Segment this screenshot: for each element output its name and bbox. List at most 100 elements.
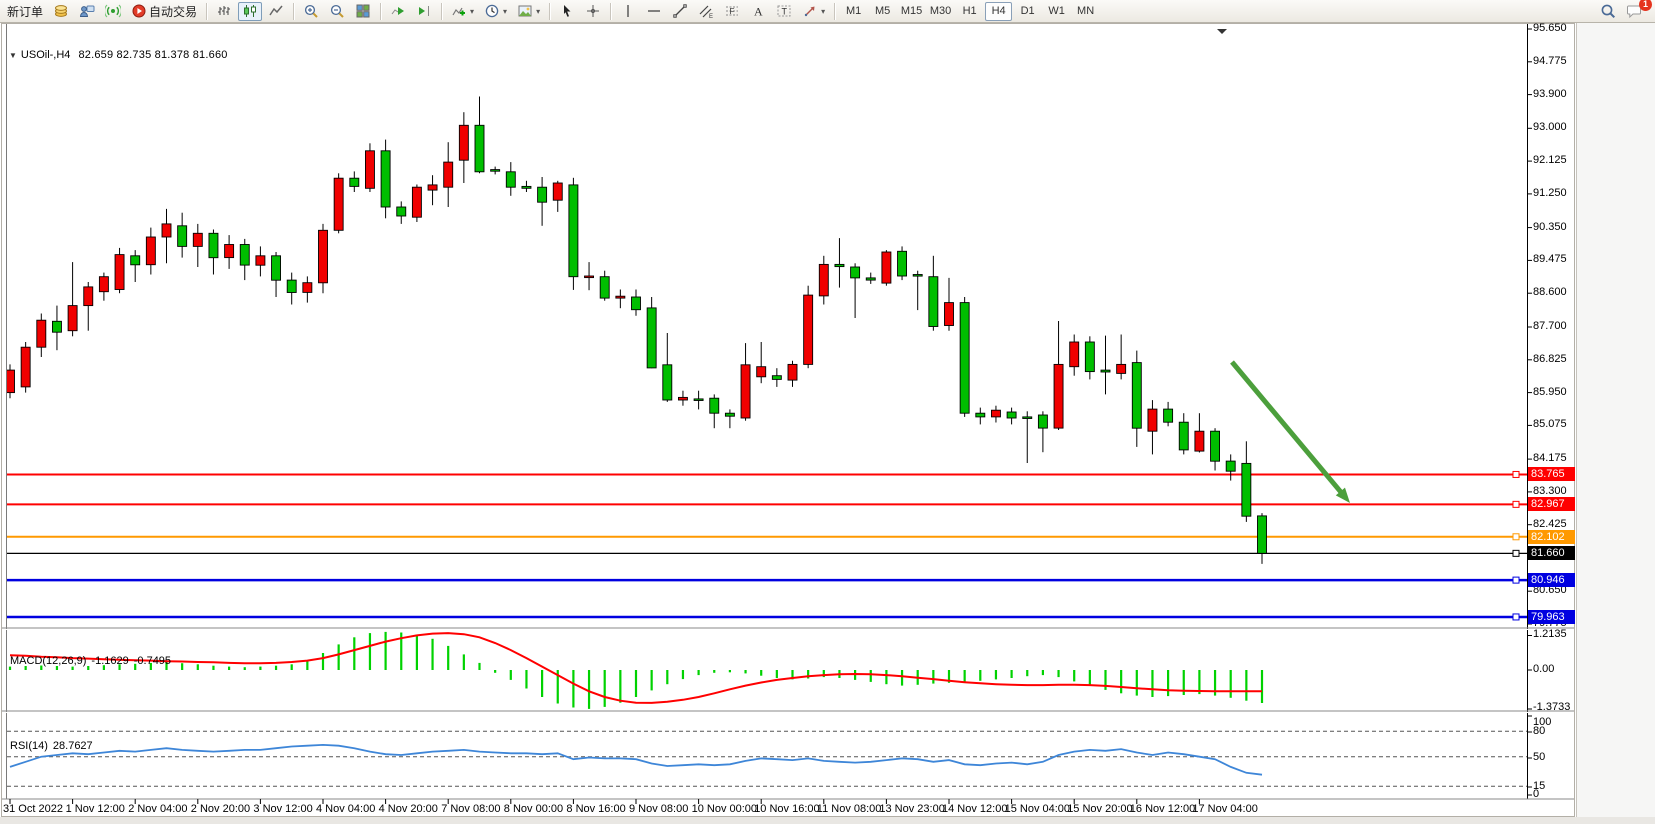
hline-handle[interactable] — [1513, 614, 1519, 620]
rsi-axis-label: 50 — [1533, 751, 1545, 764]
chart-canvas[interactable] — [0, 23, 1655, 824]
chevron-down-icon: ▾ — [536, 7, 540, 16]
line-chart-button[interactable] — [264, 2, 288, 21]
macd-signal-value: -0.7495 — [134, 655, 171, 667]
macd-label: MACD(12,26,9)-1.1629-0.7495 — [10, 655, 176, 667]
trendline-button[interactable] — [668, 2, 692, 21]
chart-shift-marker[interactable] — [1217, 29, 1227, 34]
tile-windows-button[interactable] — [351, 2, 375, 21]
toolbar-separator — [380, 3, 381, 20]
crosshair-icon — [585, 3, 601, 19]
rsi-axis-label: 0 — [1533, 788, 1539, 801]
fibo-icon: F — [724, 3, 740, 19]
chart-frame — [2, 24, 1575, 817]
price-tag-80.946: 80.946 — [1528, 573, 1575, 587]
time-axis-label: 15 Nov 20:00 — [1067, 803, 1132, 815]
hline-handle[interactable] — [1513, 501, 1519, 507]
right-margin — [1576, 23, 1655, 817]
community-button[interactable] — [75, 2, 99, 21]
broadcast-button[interactable] — [101, 2, 125, 21]
arrows-button[interactable]: ▾ — [798, 2, 829, 21]
text-button[interactable]: A — [746, 2, 770, 21]
chevron-down-icon[interactable]: ▼ — [9, 51, 17, 60]
autotrading-button-label: 自动交易 — [149, 3, 197, 20]
vertical-line-button[interactable] — [616, 2, 640, 21]
new-order-button-label: 新订单 — [7, 3, 43, 20]
zoomin-icon — [303, 3, 319, 19]
hline-handle[interactable] — [1513, 534, 1519, 540]
zoom-out-button[interactable] — [325, 2, 349, 21]
notifications-button[interactable]: 1 — [1622, 2, 1646, 21]
candlestick-chart-button[interactable] — [238, 2, 262, 21]
macd-name: MACD(12,26,9) — [10, 655, 86, 667]
timeframe-w1-button[interactable]: W1 — [1043, 2, 1070, 21]
timeframe-m1-button[interactable]: M1 — [840, 2, 867, 21]
price-axis-label: 93.000 — [1533, 121, 1567, 134]
cursor-button[interactable] — [555, 2, 579, 21]
time-axis-label: 10 Nov 16:00 — [754, 803, 819, 815]
time-axis-label: 10 Nov 00:00 — [692, 803, 757, 815]
chart-shift-button[interactable] — [412, 2, 436, 21]
new-order-button[interactable]: 新订单 — [3, 2, 47, 21]
time-axis-label: 2 Nov 20:00 — [191, 803, 250, 815]
rsi-line — [10, 745, 1262, 775]
hline-handle[interactable] — [1513, 471, 1519, 477]
price-axis-label: 85.950 — [1533, 386, 1567, 399]
time-axis-label: 3 Nov 12:00 — [253, 803, 312, 815]
addind-icon — [451, 3, 467, 19]
hline-handle[interactable] — [1513, 550, 1519, 556]
signals-button[interactable] — [49, 2, 73, 21]
indicators-button[interactable]: ▾ — [447, 2, 478, 21]
time-axis-label: 4 Nov 20:00 — [379, 803, 438, 815]
time-axis-label: 16 Nov 12:00 — [1130, 803, 1195, 815]
time-axis-label: 4 Nov 04:00 — [316, 803, 375, 815]
fibonacci-button[interactable]: F — [720, 2, 744, 21]
svg-text:A: A — [754, 5, 763, 19]
person-icon — [79, 3, 95, 19]
timeframe-h1-button[interactable]: H1 — [956, 2, 983, 21]
price-axis-label: 89.475 — [1533, 253, 1567, 266]
timeframe-m15-button[interactable]: M15 — [898, 2, 925, 21]
time-axis-label: 8 Nov 16:00 — [566, 803, 625, 815]
time-axis-label: 2 Nov 04:00 — [128, 803, 187, 815]
chevron-down-icon: ▾ — [503, 7, 507, 16]
timeframe-d1-button[interactable]: D1 — [1014, 2, 1041, 21]
templates-button[interactable]: ▾ — [513, 2, 544, 21]
linechart-icon — [268, 3, 284, 19]
toolbar-separator — [610, 3, 611, 20]
horizontal-line-button[interactable] — [642, 2, 666, 21]
timeframe-mn-button[interactable]: MN — [1072, 2, 1099, 21]
labelT-icon: T — [776, 3, 792, 19]
search-button[interactable] — [1596, 2, 1620, 21]
bar-chart-button[interactable] — [212, 2, 236, 21]
timeframe-m5-button[interactable]: M5 — [869, 2, 896, 21]
zoom-in-button[interactable] — [299, 2, 323, 21]
macd-histogram — [9, 632, 1263, 709]
price-axis-label: 82.425 — [1533, 518, 1567, 531]
price-axis-label: 83.300 — [1533, 485, 1567, 498]
hline-handle[interactable] — [1513, 577, 1519, 583]
timeframe-m30-button[interactable]: M30 — [927, 2, 954, 21]
time-axis-label: 14 Nov 12:00 — [942, 803, 1007, 815]
chevron-down-icon: ▾ — [821, 7, 825, 16]
hline-icon — [646, 3, 662, 19]
price-axis-label: 95.650 — [1533, 22, 1567, 35]
text-label-button[interactable]: T — [772, 2, 796, 21]
macd-axis-label: -1.3733 — [1533, 701, 1570, 714]
price-axis-label: 84.175 — [1533, 452, 1567, 465]
timeframe-h4-button[interactable]: H4 — [985, 2, 1012, 21]
periods-button[interactable]: ▾ — [480, 2, 511, 21]
auto-scroll-button[interactable] — [386, 2, 410, 21]
chevron-down-icon: ▾ — [470, 7, 474, 16]
time-axis-label: 8 Nov 00:00 — [504, 803, 563, 815]
price-axis-label: 91.250 — [1533, 187, 1567, 200]
equidistant-channel-button[interactable]: E — [694, 2, 718, 21]
price-tag-82.967: 82.967 — [1528, 497, 1575, 511]
crosshair-button[interactable] — [581, 2, 605, 21]
price-axis-label: 86.825 — [1533, 353, 1567, 366]
toolbar: 新订单 自动交易 ▾ ▾ ▾ EFAT ▾ M1M5M15M30H1H4D1W1MN 1 — [0, 0, 1655, 23]
price-axis-label: 87.700 — [1533, 320, 1567, 333]
autotrading-button[interactable]: 自动交易 — [127, 2, 201, 21]
candlestick-series — [6, 97, 1267, 564]
rsi-axis-label: 80 — [1533, 725, 1545, 738]
